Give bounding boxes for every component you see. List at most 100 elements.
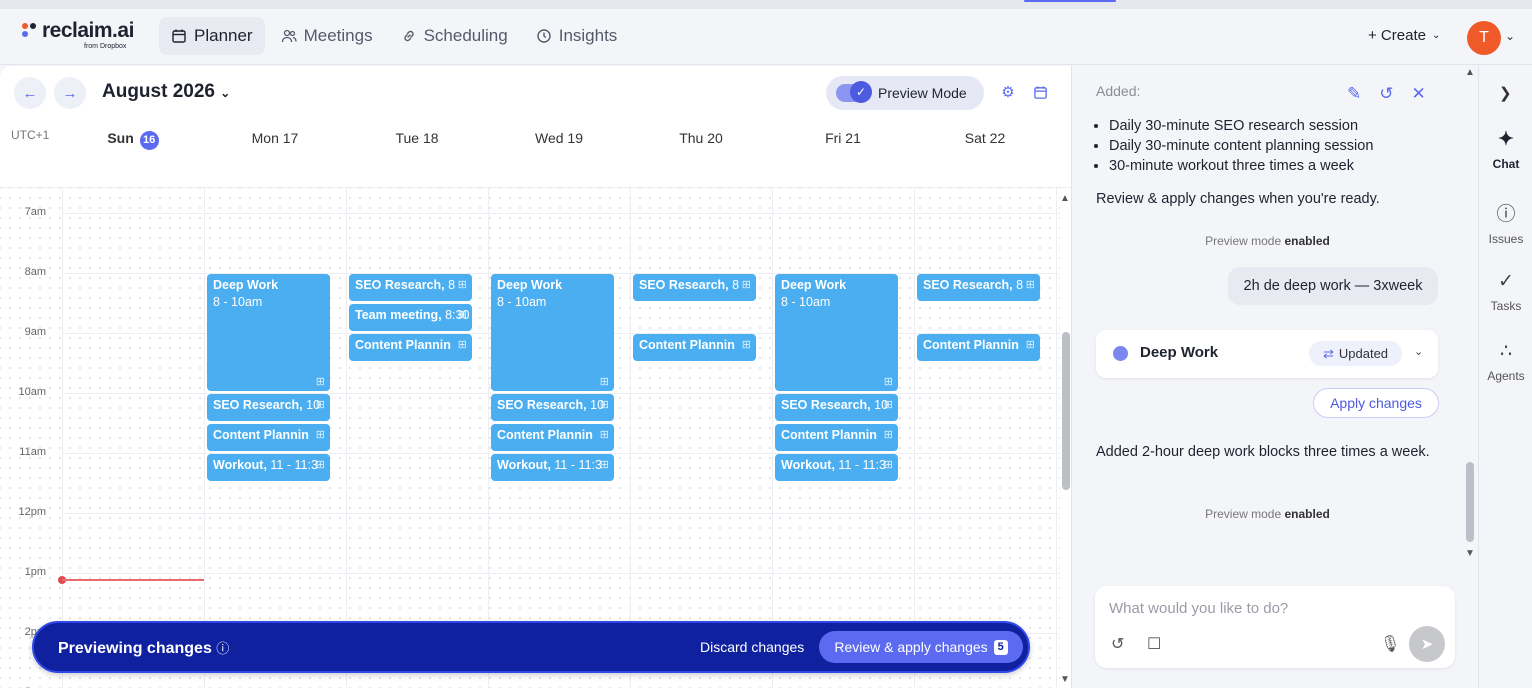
info-icon[interactable]: ⓘ [216, 641, 229, 656]
people-icon [281, 29, 297, 43]
calendar-event[interactable]: SEO Research, 8 ⊞ [917, 274, 1040, 301]
event-time: 8 - 10am [213, 295, 263, 309]
preview-mode-toggle[interactable]: Preview Mode [826, 76, 984, 110]
nav-planner[interactable]: Planner [159, 17, 265, 55]
calendar-event[interactable]: SEO Research, 8 ⊞ [633, 274, 756, 301]
time-label: 1pm [24, 566, 46, 578]
calendar-event[interactable]: Content Plannin ⊞ [633, 334, 756, 361]
reclaim-logo[interactable]: reclaim.ai from Dropbox [22, 19, 142, 53]
event-type-icon: ⊞ [315, 459, 325, 471]
rail-tasks[interactable]: ✓ Tasks [1479, 270, 1532, 313]
collapse-panel-icon[interactable]: ❯ [1499, 84, 1512, 102]
scroll-down-icon[interactable]: ▼ [1465, 548, 1475, 559]
alert-icon: ⓘ [1496, 204, 1516, 225]
calendar-event[interactable]: Content Plannin ⊞ [349, 334, 472, 361]
apply-changes-button[interactable]: Apply changes [1313, 388, 1439, 418]
deep-work-change-card[interactable]: Deep Work ⇄ Updated ⌄ [1096, 330, 1438, 378]
calendar-event[interactable]: Deep Work 8 - 10am ⊞ [775, 274, 898, 391]
settings-gear-icon[interactable]: ⚙ [999, 83, 1017, 101]
calendar-panel: ← → August 2026 ⌄ Preview Mode ⚙ UTC+1 S… [0, 66, 1072, 688]
microphone-icon[interactable]: 🎙 [1380, 634, 1400, 654]
main-nav: Planner Meetings Scheduling Insights [159, 17, 629, 55]
scroll-thumb[interactable] [1062, 332, 1070, 490]
chevron-down-icon[interactable]: ⌄ [1505, 29, 1515, 43]
updated-badge: ⇄ Updated [1309, 341, 1402, 366]
day-header-wed[interactable]: Wed 19 [488, 130, 630, 146]
calendar-view-icon[interactable] [1031, 83, 1049, 101]
edit-icon[interactable]: ✎ [1347, 84, 1361, 104]
month-selector[interactable]: August 2026 ⌄ [102, 81, 230, 103]
history-icon[interactable]: ↺ [1379, 84, 1393, 104]
event-title: Content Plannin [213, 428, 309, 442]
calendar-event[interactable]: Workout, 11 - 11:3 ⊞ [775, 454, 898, 481]
close-icon[interactable]: ✕ [1412, 84, 1426, 104]
calendar-event[interactable]: Workout, 11 - 11:3 ⊞ [491, 454, 614, 481]
day-header-sat[interactable]: Sat 22 [914, 130, 1056, 146]
timezone-label: UTC+1 [11, 128, 50, 142]
day-column-divider [914, 188, 915, 688]
calendar-event[interactable]: Team meeting, 8:30 ⊞ [349, 304, 472, 331]
chevron-down-icon: ⌄ [1431, 30, 1441, 41]
rail-chat[interactable]: ✦ Chat [1479, 128, 1532, 171]
next-week-button[interactable]: → [54, 77, 86, 109]
calendar-event[interactable]: SEO Research, 10 ⊞ [207, 394, 330, 421]
event-time: 8 [728, 278, 740, 292]
calendar-event[interactable]: Content Plannin ⊞ [207, 424, 330, 451]
calendar-event[interactable]: SEO Research, 10 ⊞ [491, 394, 614, 421]
day-header-fri[interactable]: Fri 21 [772, 130, 914, 146]
calendar-event[interactable]: Content Plannin ⊞ [491, 424, 614, 451]
hour-line [62, 573, 1060, 574]
chevron-down-icon[interactable]: ⌄ [1414, 345, 1423, 358]
avatar[interactable]: T [1467, 21, 1501, 55]
discard-changes-button[interactable]: Discard changes [700, 639, 804, 655]
scroll-up-icon[interactable]: ▲ [1060, 193, 1070, 204]
chat-scrollbar[interactable]: ▲ ▼ [1464, 66, 1477, 566]
event-type-icon: ⊞ [599, 429, 609, 441]
top-indicator [1024, 0, 1116, 2]
scroll-thumb[interactable] [1466, 462, 1474, 542]
calendar-event[interactable]: Deep Work 8 - 10am ⊞ [207, 274, 330, 391]
assistant-reply: Added 2-hour deep work blocks three time… [1096, 444, 1430, 460]
calendar-event[interactable]: Content Plannin ⊞ [917, 334, 1040, 361]
event-title: SEO Research, [497, 398, 587, 412]
preview-mode-notice: Preview mode enabled [1205, 234, 1330, 248]
calendar-event[interactable]: Workout, 11 - 11:3 ⊞ [207, 454, 330, 481]
history-icon[interactable]: ↺ [1111, 634, 1124, 654]
nav-insights-label: Insights [558, 26, 618, 45]
review-apply-changes-button[interactable]: Review & apply changes 5 [819, 631, 1023, 663]
event-title: SEO Research, [639, 278, 729, 292]
day-header-tue[interactable]: Tue 18 [346, 130, 488, 146]
calendar-scrollbar[interactable]: ▲ ▼ [1060, 188, 1071, 688]
panel-actions: ✎ ↺ ✕ [1347, 84, 1426, 104]
create-button[interactable]: + Create ⌄ [1368, 27, 1440, 44]
rail-issues[interactable]: ⓘ Issues [1479, 199, 1532, 246]
calendar-event[interactable]: SEO Research, 10 ⊞ [775, 394, 898, 421]
event-title: Content Plannin [923, 338, 1019, 352]
nav-meetings[interactable]: Meetings [269, 17, 385, 55]
calendar-event[interactable]: Content Plannin ⊞ [775, 424, 898, 451]
event-type-icon: ⊞ [883, 429, 893, 441]
event-type-icon: ⊞ [599, 399, 609, 411]
send-button[interactable]: ➤ [1409, 626, 1445, 662]
calendar-event[interactable]: Deep Work 8 - 10am ⊞ [491, 274, 614, 391]
nav-scheduling[interactable]: Scheduling [389, 17, 520, 55]
event-type-icon: ⊞ [883, 459, 893, 471]
calendar-event[interactable]: SEO Research, 8 ⊞ [349, 274, 472, 301]
user-message-bubble: 2h de deep work — 3xweek [1228, 267, 1438, 305]
scroll-up-icon[interactable]: ▲ [1465, 67, 1475, 78]
right-rail: ❯ ✦ Chat ⓘ Issues ✓ Tasks ∴ Agents [1478, 66, 1532, 688]
day-column-divider [1056, 188, 1057, 688]
chat-input[interactable] [1109, 596, 1429, 620]
rail-agents[interactable]: ∴ Agents [1479, 340, 1532, 383]
nav-insights[interactable]: Insights [524, 17, 630, 55]
toggle-switch[interactable] [836, 81, 872, 103]
bookmark-icon[interactable]: ☐ [1147, 634, 1161, 654]
day-header-mon[interactable]: Mon 17 [204, 130, 346, 146]
day-label: Sun [107, 130, 134, 146]
scroll-down-icon[interactable]: ▼ [1060, 674, 1070, 685]
prev-week-button[interactable]: ← [14, 77, 46, 109]
day-header-sun[interactable]: Sun 16 [62, 130, 204, 150]
calendar-grid[interactable]: 7am8am9am10am11am12pm1pm2pm3pmDeep Work8… [0, 188, 1060, 688]
arrow-left-icon: ← [22, 84, 38, 102]
day-header-thu[interactable]: Thu 20 [630, 130, 772, 146]
